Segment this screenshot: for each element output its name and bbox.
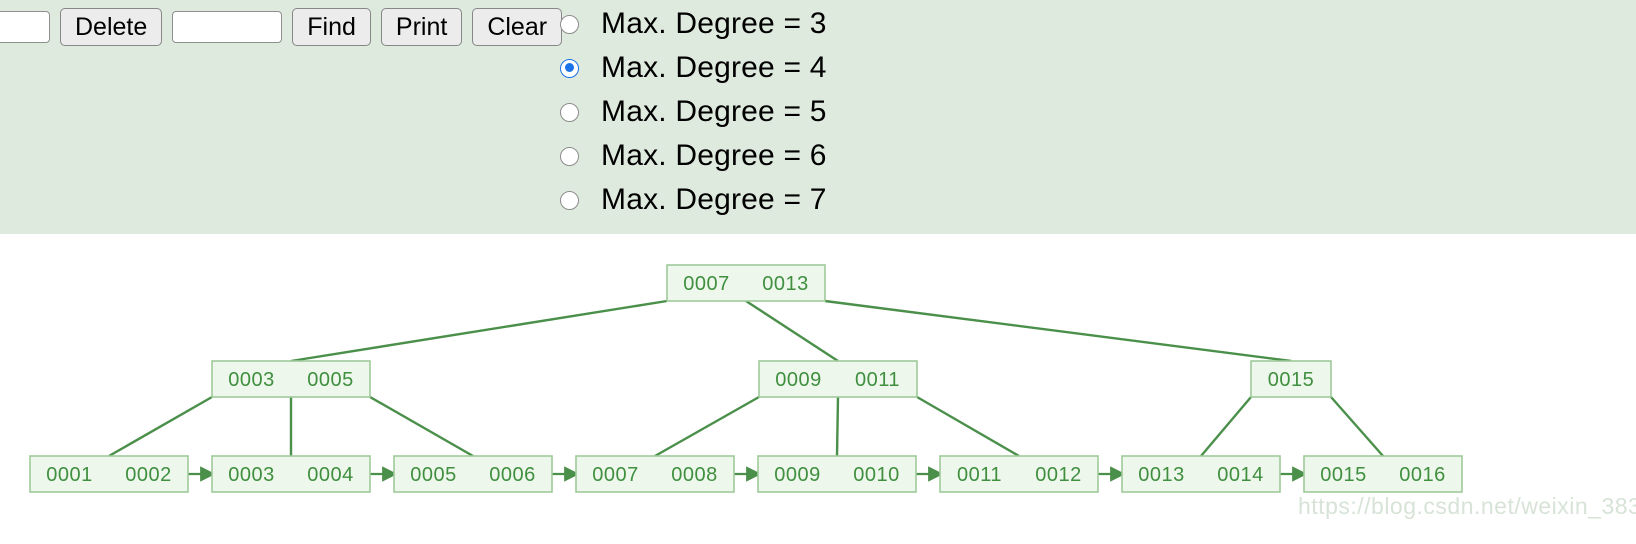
find-input[interactable]: [172, 11, 283, 43]
print-button[interactable]: Print: [380, 8, 463, 46]
radio-option-label: Max. Degree = 3: [601, 7, 827, 40]
node-key: 0014: [1217, 464, 1264, 486]
node-key: 0007: [592, 464, 639, 486]
node-key: 0013: [762, 273, 809, 295]
tree-edge: [835, 396, 840, 457]
insert-input[interactable]: [0, 11, 50, 43]
tree-node[interactable]: 0003 0005: [211, 360, 371, 398]
node-key: 0007: [683, 273, 730, 295]
node-key: 0016: [1399, 464, 1446, 486]
node-key: 0005: [307, 369, 354, 391]
node-key: 0015: [1268, 369, 1315, 391]
node-key: 0009: [775, 369, 822, 391]
tree-node[interactable]: 0009 0010: [757, 455, 917, 493]
node-key: 0015: [1320, 464, 1367, 486]
radio-icon-selected[interactable]: [560, 58, 579, 78]
node-key: 0013: [1138, 464, 1185, 486]
tree-edge: [1330, 396, 1384, 457]
radio-icon[interactable]: [560, 190, 579, 210]
node-key: 0003: [228, 369, 275, 391]
node-key: 0002: [125, 464, 172, 486]
tree-node[interactable]: 0011 0012: [939, 455, 1099, 493]
radio-option-label: Max. Degree = 7: [601, 183, 827, 216]
tree-edge: [1200, 396, 1252, 457]
tree-edge: [916, 395, 1020, 458]
radio-option-label: Max. Degree = 4: [601, 51, 827, 84]
radio-icon[interactable]: [560, 102, 579, 122]
tree-node[interactable]: 0007 0008: [575, 455, 735, 493]
tree-nodes: 0007 0013 0003 0005 0009 0011 0015 0001 0002 0003…: [29, 264, 1463, 493]
node-key: 0008: [671, 464, 718, 486]
tree-edge: [745, 299, 839, 363]
node-key: 0001: [46, 464, 93, 486]
radio-icon[interactable]: [560, 146, 579, 166]
radio-option-degree-4[interactable]: Max. Degree = 4: [560, 46, 827, 90]
tree-node[interactable]: 0015 0016: [1303, 455, 1463, 493]
node-key: 0005: [410, 464, 457, 486]
radio-option-label: Max. Degree = 6: [601, 139, 827, 172]
find-button[interactable]: Find: [292, 8, 371, 46]
delete-button[interactable]: Delete: [60, 8, 163, 46]
node-key: 0011: [957, 464, 1002, 486]
radio-option-label: Max. Degree = 5: [601, 95, 827, 128]
radio-icon[interactable]: [560, 14, 579, 34]
toolbar-controls: Delete Find Print Clear: [0, 8, 563, 46]
tree-node[interactable]: 0013 0014: [1121, 455, 1281, 493]
tree-edge: [824, 299, 1292, 363]
tree-edge: [290, 299, 668, 363]
node-key: 0006: [489, 464, 536, 486]
radio-option-degree-6[interactable]: Max. Degree = 6: [560, 134, 827, 178]
node-key: 0004: [307, 464, 354, 486]
tree-node[interactable]: 0003 0004: [211, 455, 371, 493]
tree-edge: [654, 395, 760, 458]
b-plus-tree-visualizer: Delete Find Print Clear Max. Degree = 3 …: [0, 0, 1636, 544]
node-key: 0003: [228, 464, 275, 486]
tree-node[interactable]: 0007 0013: [666, 264, 826, 302]
node-key: 0009: [774, 464, 821, 486]
node-key: 0010: [853, 464, 900, 486]
tree-edge: [108, 395, 213, 458]
toolbar: Delete Find Print Clear Max. Degree = 3 …: [0, 0, 1636, 234]
tree-edge: [369, 395, 474, 458]
tree-node[interactable]: 0001 0002: [29, 455, 189, 493]
max-degree-radio-group: Max. Degree = 3 Max. Degree = 4 Max. Deg…: [560, 2, 827, 222]
node-key: 0012: [1035, 464, 1082, 486]
watermark: https://blog.csdn.net/weixin_38367817: [1298, 493, 1636, 519]
tree-canvas[interactable]: 0007 0013 0003 0005 0009 0011 0015 0001 0002 0003…: [0, 234, 1636, 544]
tree-node[interactable]: 0015: [1250, 360, 1332, 398]
radio-option-degree-3[interactable]: Max. Degree = 3: [560, 2, 827, 46]
tree-node[interactable]: 0009 0011: [758, 360, 918, 398]
clear-button[interactable]: Clear: [472, 8, 563, 46]
radio-option-degree-7[interactable]: Max. Degree = 7: [560, 178, 827, 222]
radio-option-degree-5[interactable]: Max. Degree = 5: [560, 90, 827, 134]
node-key: 0011: [855, 369, 900, 391]
tree-node[interactable]: 0005 0006: [393, 455, 553, 493]
